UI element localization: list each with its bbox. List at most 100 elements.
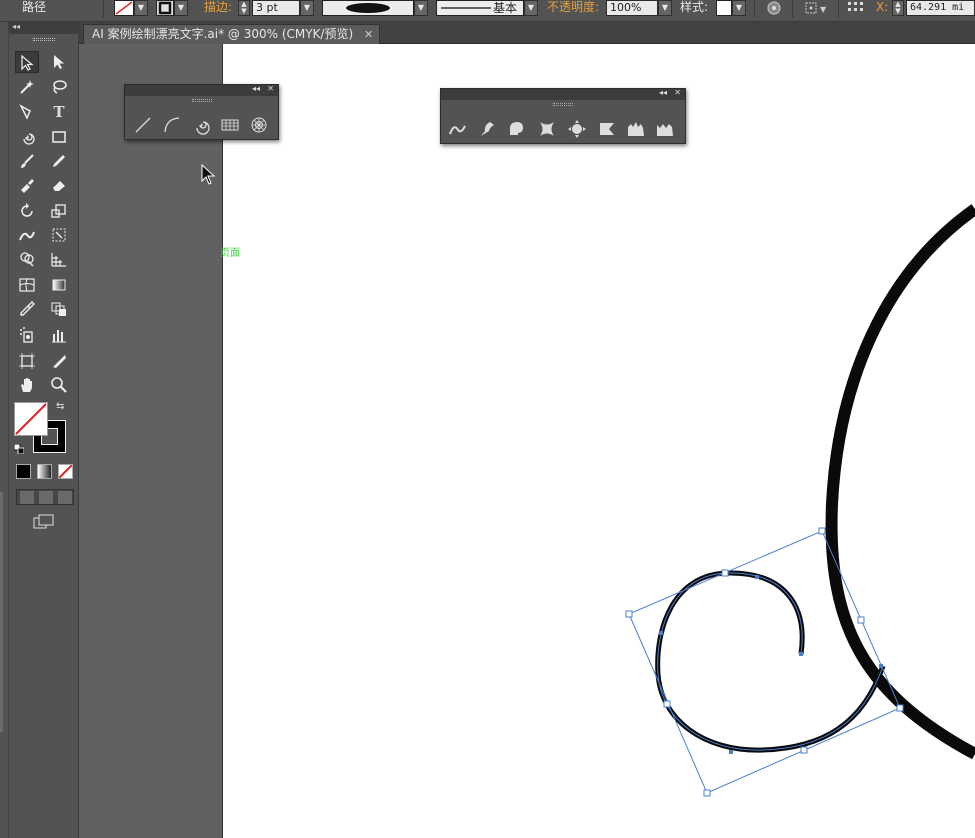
eraser-tool-icon[interactable] xyxy=(47,174,71,196)
fill-swatch[interactable] xyxy=(114,0,134,16)
x-stepper[interactable]: ▲ ▼ xyxy=(892,0,904,16)
wrinkle-icon[interactable] xyxy=(655,119,677,141)
width-tool-icon[interactable] xyxy=(15,224,39,246)
gutter-scrollbar[interactable] xyxy=(0,492,3,732)
large-curve-path xyxy=(825,204,975,760)
rectangle-tool-icon[interactable] xyxy=(47,126,71,148)
draw-behind-icon[interactable] xyxy=(39,491,53,504)
divider xyxy=(103,0,104,18)
blob-brush-tool-icon[interactable] xyxy=(15,174,39,196)
stroke-swatch[interactable] xyxy=(156,0,174,16)
opacity-dropdown[interactable]: ▼ xyxy=(658,0,672,16)
collapse-panel-icon[interactable]: ◂◂ xyxy=(252,84,260,93)
brush-definition[interactable]: 基本 xyxy=(436,0,524,16)
pucker-icon[interactable] xyxy=(537,119,559,141)
document-tab-title: AI 案例绘制漂亮文字.ai* @ 300% (CMYK/预览) xyxy=(92,27,354,41)
bbox-handle xyxy=(703,789,711,797)
column-graph-tool-icon[interactable] xyxy=(47,324,71,346)
document-tab-bar: AI 案例绘制漂亮文字.ai* @ 300% (CMYK/预览) ✕ xyxy=(79,22,975,44)
screen-mode-icon[interactable] xyxy=(33,514,55,530)
type-tool-icon[interactable]: T xyxy=(47,101,71,123)
stroke-weight-field[interactable]: 3 pt xyxy=(252,0,300,16)
mesh-tool-icon[interactable] xyxy=(15,274,39,296)
symbol-sprayer-tool-icon[interactable] xyxy=(15,324,39,346)
fill-dropdown[interactable]: ▼ xyxy=(134,0,148,16)
scale-tool-icon[interactable] xyxy=(47,200,71,222)
panel-header[interactable]: ◂◂ ✕ xyxy=(125,84,278,96)
scallop-icon[interactable] xyxy=(597,119,619,141)
transform-reference-grid-icon[interactable] xyxy=(846,0,866,16)
panel-grip[interactable] xyxy=(33,38,55,41)
mouse-pointer-icon xyxy=(201,164,216,185)
slice-tool-icon[interactable] xyxy=(47,350,71,372)
selection-type-label: 路径 xyxy=(22,0,47,14)
x-position-field[interactable]: 64.291 mi xyxy=(906,0,975,16)
gradient-tool-icon[interactable] xyxy=(47,274,71,296)
canvas-artwork[interactable] xyxy=(223,44,975,838)
rotate-tool-icon[interactable] xyxy=(15,200,39,222)
opacity-label[interactable]: 不透明度: xyxy=(547,0,599,16)
brush-dropdown[interactable]: ▼ xyxy=(524,0,538,16)
close-icon[interactable]: ✕ xyxy=(267,84,274,93)
basic-brush-line-icon xyxy=(441,7,491,9)
bloat-icon[interactable] xyxy=(567,119,589,141)
variable-width-profile[interactable] xyxy=(322,0,414,16)
selection-tool-icon[interactable] xyxy=(15,51,39,73)
spiral-icon[interactable] xyxy=(191,115,213,137)
panel-grip[interactable] xyxy=(553,103,573,106)
opacity-field[interactable]: 100% xyxy=(606,0,658,16)
stroke-weight-dropdown[interactable]: ▼ xyxy=(300,0,314,16)
collapse-panel-icon[interactable]: ◂◂ xyxy=(659,88,667,97)
recolor-artwork-icon[interactable] xyxy=(766,0,782,16)
width-icon[interactable] xyxy=(448,119,470,141)
twirl-icon[interactable] xyxy=(507,119,529,141)
stroke-dropdown[interactable]: ▼ xyxy=(174,0,188,16)
close-icon[interactable]: ✕ xyxy=(364,25,373,44)
tools-panel-header[interactable]: ◂◂ xyxy=(9,22,78,34)
draw-inside-icon[interactable] xyxy=(58,491,72,504)
gradient-mode-button[interactable] xyxy=(37,464,52,479)
shape-builder-tool-icon[interactable] xyxy=(15,248,39,270)
fill-color-swatch[interactable] xyxy=(14,402,48,436)
arc-icon[interactable] xyxy=(162,115,184,137)
document-tab[interactable]: AI 案例绘制漂亮文字.ai* @ 300% (CMYK/预览) ✕ xyxy=(83,24,381,44)
blend-tool-icon[interactable] xyxy=(47,298,71,320)
rectangular-grid-icon[interactable] xyxy=(220,115,242,137)
color-mode-button[interactable] xyxy=(16,464,31,479)
draw-modes-group xyxy=(16,489,74,505)
panel-header[interactable]: ◂◂ ✕ xyxy=(441,88,685,100)
x-label[interactable]: X: xyxy=(876,0,888,16)
polar-grid-icon[interactable] xyxy=(249,115,271,137)
hand-tool-icon[interactable] xyxy=(15,374,39,396)
crystallize-icon[interactable] xyxy=(626,119,648,141)
spiral-tool-icon[interactable] xyxy=(15,126,39,148)
reference-point-icon[interactable]: ▼ xyxy=(804,0,830,16)
magic-wand-tool-icon[interactable] xyxy=(15,76,39,98)
eyedropper-tool-icon[interactable] xyxy=(15,298,39,320)
free-transform-tool-icon[interactable] xyxy=(47,224,71,246)
warp-icon[interactable] xyxy=(478,119,500,141)
none-mode-button[interactable] xyxy=(58,464,73,479)
artboard-tool-icon[interactable] xyxy=(15,350,39,372)
graphic-style-dropdown[interactable]: ▼ xyxy=(732,0,746,16)
panel-grip[interactable] xyxy=(191,99,212,102)
direct-selection-tool-icon[interactable] xyxy=(47,51,71,73)
pen-tool-icon[interactable] xyxy=(15,101,39,123)
paintbrush-tool-icon[interactable] xyxy=(15,150,39,172)
draw-normal-icon[interactable] xyxy=(20,491,34,504)
default-colors-icon[interactable] xyxy=(13,443,25,455)
perspective-grid-tool-icon[interactable] xyxy=(47,248,71,270)
pencil-tool-icon[interactable] xyxy=(47,150,71,172)
collapse-panel-icon[interactable]: ◂◂ xyxy=(12,22,20,31)
lasso-tool-icon[interactable] xyxy=(47,76,71,98)
graphic-style-swatch[interactable] xyxy=(716,0,732,16)
stroke-weight-stepper[interactable]: ▲ ▼ xyxy=(238,0,250,16)
line-segment-icon[interactable] xyxy=(133,115,155,137)
close-icon[interactable]: ✕ xyxy=(674,88,681,97)
bbox-handle xyxy=(800,746,808,754)
divider xyxy=(754,0,755,18)
swap-fill-stroke-icon[interactable]: ⇆ xyxy=(56,401,68,413)
zoom-tool-icon[interactable] xyxy=(47,374,71,396)
width-profile-dropdown[interactable]: ▼ xyxy=(414,0,428,16)
stroke-label[interactable]: 描边: xyxy=(204,0,232,16)
